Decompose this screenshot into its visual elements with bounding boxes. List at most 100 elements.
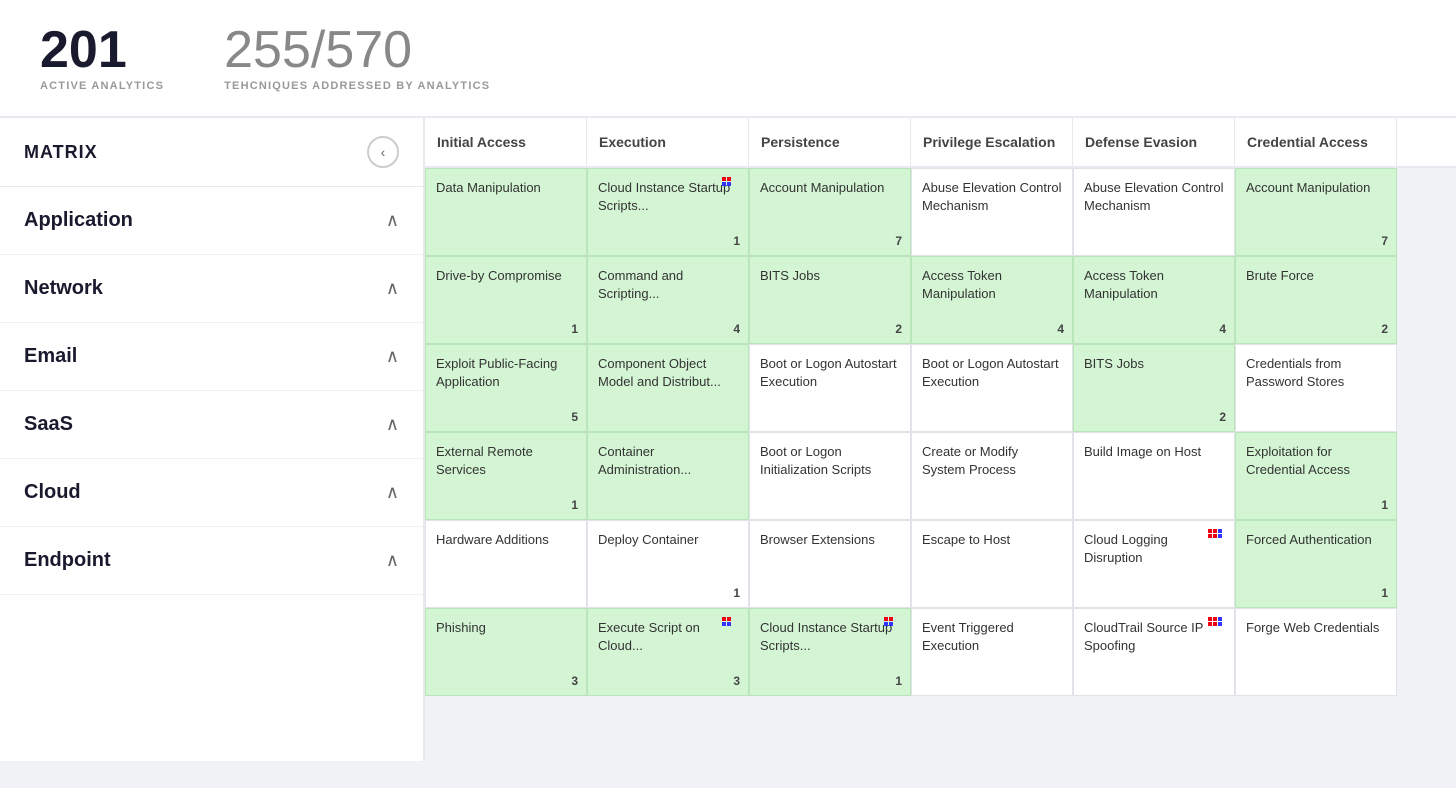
cell-text: Access Token Manipulation bbox=[922, 268, 1002, 301]
matrix-cell[interactable]: Boot or Logon Initialization Scripts bbox=[749, 432, 911, 520]
main-layout: MATRIX ‹ Application∧Network∧Email∧SaaS∧… bbox=[0, 118, 1456, 761]
matrix-cell[interactable]: Execute Script on Cloud... 3 bbox=[587, 608, 749, 696]
cell-text: Access Token Manipulation bbox=[1084, 268, 1164, 301]
chevron-icon: ∧ bbox=[386, 210, 399, 231]
sidebar-item-cloud[interactable]: Cloud ∧ bbox=[0, 459, 423, 527]
matrix-cell[interactable]: Browser Extensions bbox=[749, 520, 911, 608]
matrix-cell[interactable]: BITS Jobs2 bbox=[749, 256, 911, 344]
matrix-cell[interactable]: Brute Force2 bbox=[1235, 256, 1397, 344]
cell-badge: 1 bbox=[571, 321, 578, 337]
chevron-icon: ∧ bbox=[386, 346, 399, 367]
matrix-cell[interactable]: Create or Modify System Process bbox=[911, 432, 1073, 520]
cell-text: Cloud Instance Startup Scripts... bbox=[598, 180, 730, 213]
matrix-cell[interactable]: Hardware Additions bbox=[425, 520, 587, 608]
cell-badge: 3 bbox=[733, 673, 740, 689]
matrix-column-header: Initial Access bbox=[425, 118, 587, 166]
cell-badge: 2 bbox=[1381, 321, 1388, 337]
matrix-cell[interactable]: Phishing3 bbox=[425, 608, 587, 696]
cell-badge: 4 bbox=[1057, 321, 1064, 337]
matrix-cell[interactable]: Component Object Model and Distribut... bbox=[587, 344, 749, 432]
cell-text: Forced Authentication bbox=[1246, 532, 1372, 547]
matrix-cell[interactable]: Deploy Container1 bbox=[587, 520, 749, 608]
cell-badge: 5 bbox=[571, 409, 578, 425]
matrix-column-header: Persistence bbox=[749, 118, 911, 166]
matrix-cell[interactable]: Exploit Public-Facing Application 5 bbox=[425, 344, 587, 432]
matrix-cell[interactable]: Escape to Host bbox=[911, 520, 1073, 608]
matrix-cell[interactable]: Access Token Manipulation 4 bbox=[1073, 256, 1235, 344]
top-bar: 201 ACTIVE ANALYTICS 255/570 TEHCNIQUES … bbox=[0, 0, 1456, 118]
matrix-cell[interactable]: Access Token Manipulation 4 bbox=[911, 256, 1073, 344]
matrix-cell[interactable]: Exploitation for Credential Access1 bbox=[1235, 432, 1397, 520]
chevron-icon: ∧ bbox=[386, 414, 399, 435]
matrix-header: Initial AccessExecutionPersistencePrivil… bbox=[425, 118, 1456, 168]
sidebar-title: MATRIX bbox=[24, 142, 98, 163]
cell-text: Hardware Additions bbox=[436, 532, 549, 547]
active-analytics-label: ACTIVE ANALYTICS bbox=[40, 80, 164, 92]
matrix-row: Hardware Additions Deploy Container1Brows… bbox=[425, 520, 1456, 608]
matrix-cell[interactable]: External Remote Services1 bbox=[425, 432, 587, 520]
sidebar-item-saas[interactable]: SaaS∧ bbox=[0, 391, 423, 459]
cell-badge: 1 bbox=[571, 497, 578, 513]
cell-text: Boot or Logon Autostart Execution bbox=[922, 356, 1059, 389]
matrix-cell[interactable]: Event Triggered Execution bbox=[911, 608, 1073, 696]
back-button[interactable]: ‹ bbox=[367, 136, 399, 168]
cell-text: BITS Jobs bbox=[1084, 356, 1144, 371]
matrix-column-header: Defense Evasion bbox=[1073, 118, 1235, 166]
alert-icon bbox=[1208, 529, 1226, 543]
matrix-cell[interactable]: Abuse Elevation Control Mechanism bbox=[1073, 168, 1235, 256]
sidebar-item-label: Endpoint bbox=[24, 549, 111, 572]
sidebar-header: MATRIX ‹ bbox=[0, 118, 423, 187]
matrix-cell[interactable]: Abuse Elevation Control Mechanism bbox=[911, 168, 1073, 256]
cell-badge: 1 bbox=[733, 585, 740, 601]
matrix-cell[interactable]: Drive-by Compromise 1 bbox=[425, 256, 587, 344]
cell-text: Drive-by Compromise bbox=[436, 268, 562, 283]
matrix-cell[interactable]: Account Manipulation 7 bbox=[1235, 168, 1397, 256]
cell-badge: 7 bbox=[1381, 233, 1388, 249]
cell-text: Credentials from Password Stores bbox=[1246, 356, 1344, 389]
sidebar-item-application[interactable]: Application∧ bbox=[0, 187, 423, 255]
chevron-icon: ∧ bbox=[386, 482, 399, 503]
matrix-cell[interactable]: Container Administration... bbox=[587, 432, 749, 520]
cell-text: Data Manipulation bbox=[436, 180, 541, 195]
cell-text: Event Triggered Execution bbox=[922, 620, 1014, 653]
matrix-row: Phishing3Execute Script on Cloud... 3Clo… bbox=[425, 608, 1456, 696]
cell-text: Boot or Logon Autostart Execution bbox=[760, 356, 897, 389]
pixel-icon bbox=[884, 617, 902, 631]
matrix-cell[interactable]: Boot or Logon Autostart Execution bbox=[911, 344, 1073, 432]
sidebar-item-label: Cloud bbox=[24, 481, 81, 504]
matrix-cell[interactable]: Cloud Instance Startup Scripts... 1 bbox=[749, 608, 911, 696]
matrix-cell[interactable]: Forced Authentication1 bbox=[1235, 520, 1397, 608]
matrix-row: Exploit Public-Facing Application 5 Compon… bbox=[425, 344, 1456, 432]
matrix-cell[interactable]: Build Image on Host bbox=[1073, 432, 1235, 520]
sidebar-item-label: Email bbox=[24, 345, 77, 368]
pixel-icon bbox=[1208, 617, 1226, 631]
matrix-column-header: Credential Access bbox=[1235, 118, 1397, 166]
matrix-cell[interactable]: Command and Scripting...4 bbox=[587, 256, 749, 344]
matrix-cell[interactable]: BITS Jobs2 bbox=[1073, 344, 1235, 432]
matrix-cell[interactable]: Credentials from Password Stores bbox=[1235, 344, 1397, 432]
matrix-cell[interactable]: Boot or Logon Autostart Execution bbox=[749, 344, 911, 432]
cell-text: Forge Web Credentials bbox=[1246, 620, 1379, 635]
matrix-row: Data Manipulation Cloud Instance Startup … bbox=[425, 168, 1456, 256]
cell-text: Abuse Elevation Control Mechanism bbox=[922, 180, 1061, 213]
sidebar-item-network[interactable]: Network∧ bbox=[0, 255, 423, 323]
cell-text: Account Manipulation bbox=[1246, 180, 1370, 195]
sidebar-item-endpoint[interactable]: Endpoint∧ bbox=[0, 527, 423, 595]
cell-text: Cloud Instance Startup Scripts... bbox=[760, 620, 892, 653]
matrix-column-header: Execution bbox=[587, 118, 749, 166]
matrix-cell[interactable]: Account Manipulation7 bbox=[749, 168, 911, 256]
matrix-column-header: Privilege Escalation bbox=[911, 118, 1073, 166]
cell-text: Escape to Host bbox=[922, 532, 1010, 547]
matrix-table: Initial AccessExecutionPersistencePrivil… bbox=[425, 118, 1456, 696]
matrix-cell[interactable]: CloudTrail Source IP Spoofing bbox=[1073, 608, 1235, 696]
matrix-cell[interactable]: Data Manipulation bbox=[425, 168, 587, 256]
cell-text: Cloud Logging Disruption bbox=[1084, 532, 1168, 565]
pixel-icon bbox=[722, 617, 740, 631]
cell-badge: 4 bbox=[1219, 321, 1226, 337]
cell-text: CloudTrail Source IP Spoofing bbox=[1084, 620, 1203, 653]
sidebar-item-email[interactable]: Email ∧ bbox=[0, 323, 423, 391]
matrix-cell[interactable]: Cloud Instance Startup Scripts... 1 bbox=[587, 168, 749, 256]
matrix-cell[interactable]: Cloud Logging Disruption bbox=[1073, 520, 1235, 608]
matrix-cell[interactable]: Forge Web Credentials bbox=[1235, 608, 1397, 696]
cell-text: Exploit Public-Facing Application bbox=[436, 356, 557, 389]
